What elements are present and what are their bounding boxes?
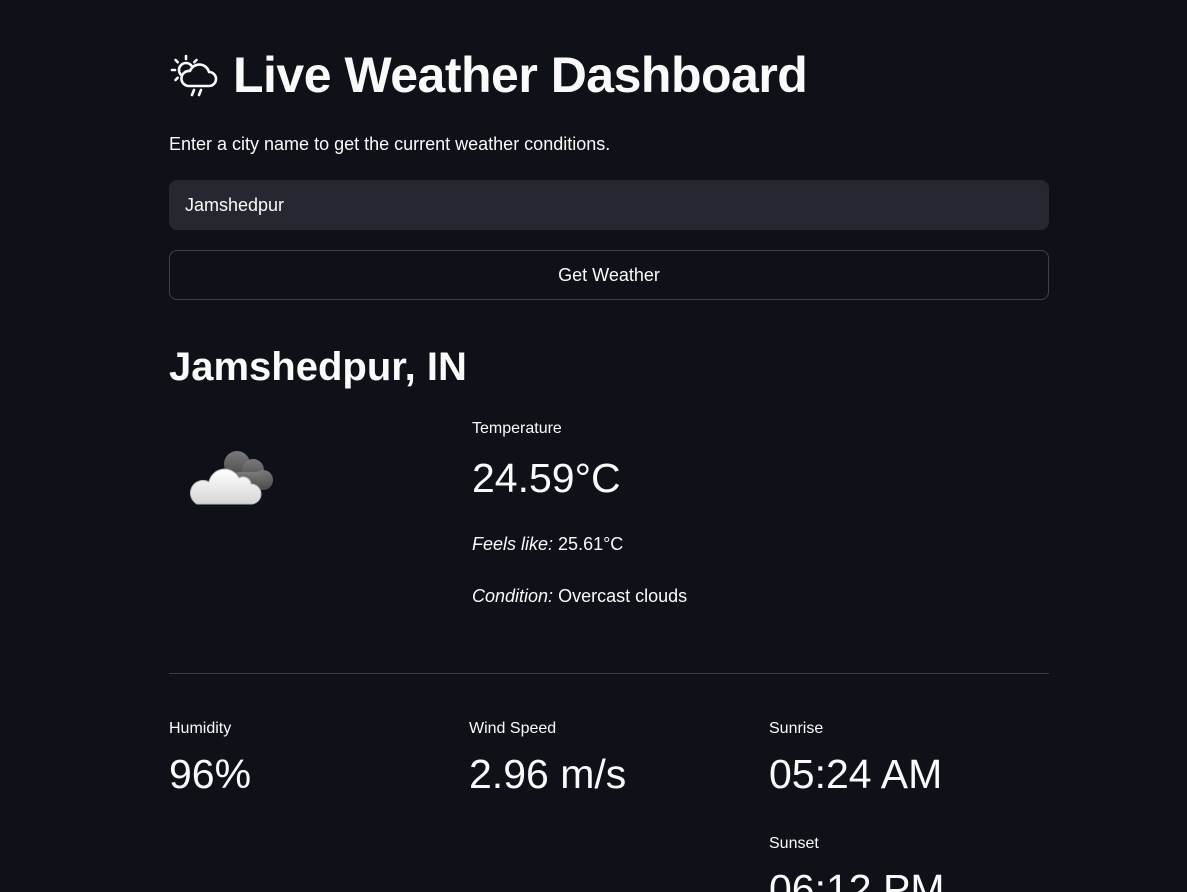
sunset-label: Sunset xyxy=(769,835,819,852)
sunset-metric: Sunset 06:12 PM xyxy=(769,833,945,892)
sunrise-label: Sunrise xyxy=(769,720,824,737)
feels-like-label: Feels like: xyxy=(472,534,554,554)
temperature-label: Temperature xyxy=(472,420,562,437)
temperature-value: 24.59°C xyxy=(472,455,621,501)
wind-speed-metric: Wind Speed 2.96 m/s xyxy=(469,718,626,800)
page-subtitle: Enter a city name to get the current wea… xyxy=(169,134,611,154)
cloud-sun-rain-icon xyxy=(170,54,218,97)
location-heading: Jamshedpur, IN xyxy=(169,345,467,389)
temperature-metric: Temperature 24.59°C xyxy=(472,418,621,504)
humidity-label: Humidity xyxy=(169,720,232,737)
app-page: Live Weather Dashboard Enter a city name… xyxy=(0,0,1187,892)
divider xyxy=(169,673,1049,674)
get-weather-button[interactable]: Get Weather xyxy=(169,250,1049,300)
humidity-value: 96% xyxy=(169,751,252,797)
page-title: Live Weather Dashboard xyxy=(233,47,808,103)
condition-row: Condition: Overcast clouds xyxy=(472,583,687,609)
sunrise-metric: Sunrise 05:24 AM xyxy=(769,718,942,800)
condition-label: Condition: xyxy=(472,586,554,606)
wind-speed-label: Wind Speed xyxy=(469,720,557,737)
city-input[interactable] xyxy=(169,180,1049,230)
sunrise-value: 05:24 AM xyxy=(769,751,943,797)
wind-speed-value: 2.96 m/s xyxy=(469,751,627,797)
humidity-metric: Humidity 96% xyxy=(169,718,251,800)
overcast-clouds-icon xyxy=(189,451,273,505)
sunset-value: 06:12 PM xyxy=(769,866,945,892)
feels-like-value: 25.61°C xyxy=(558,534,624,554)
header: Live Weather Dashboard xyxy=(169,44,808,106)
feels-like-row: Feels like: 25.61°C xyxy=(472,531,623,557)
condition-value: Overcast clouds xyxy=(558,586,688,606)
